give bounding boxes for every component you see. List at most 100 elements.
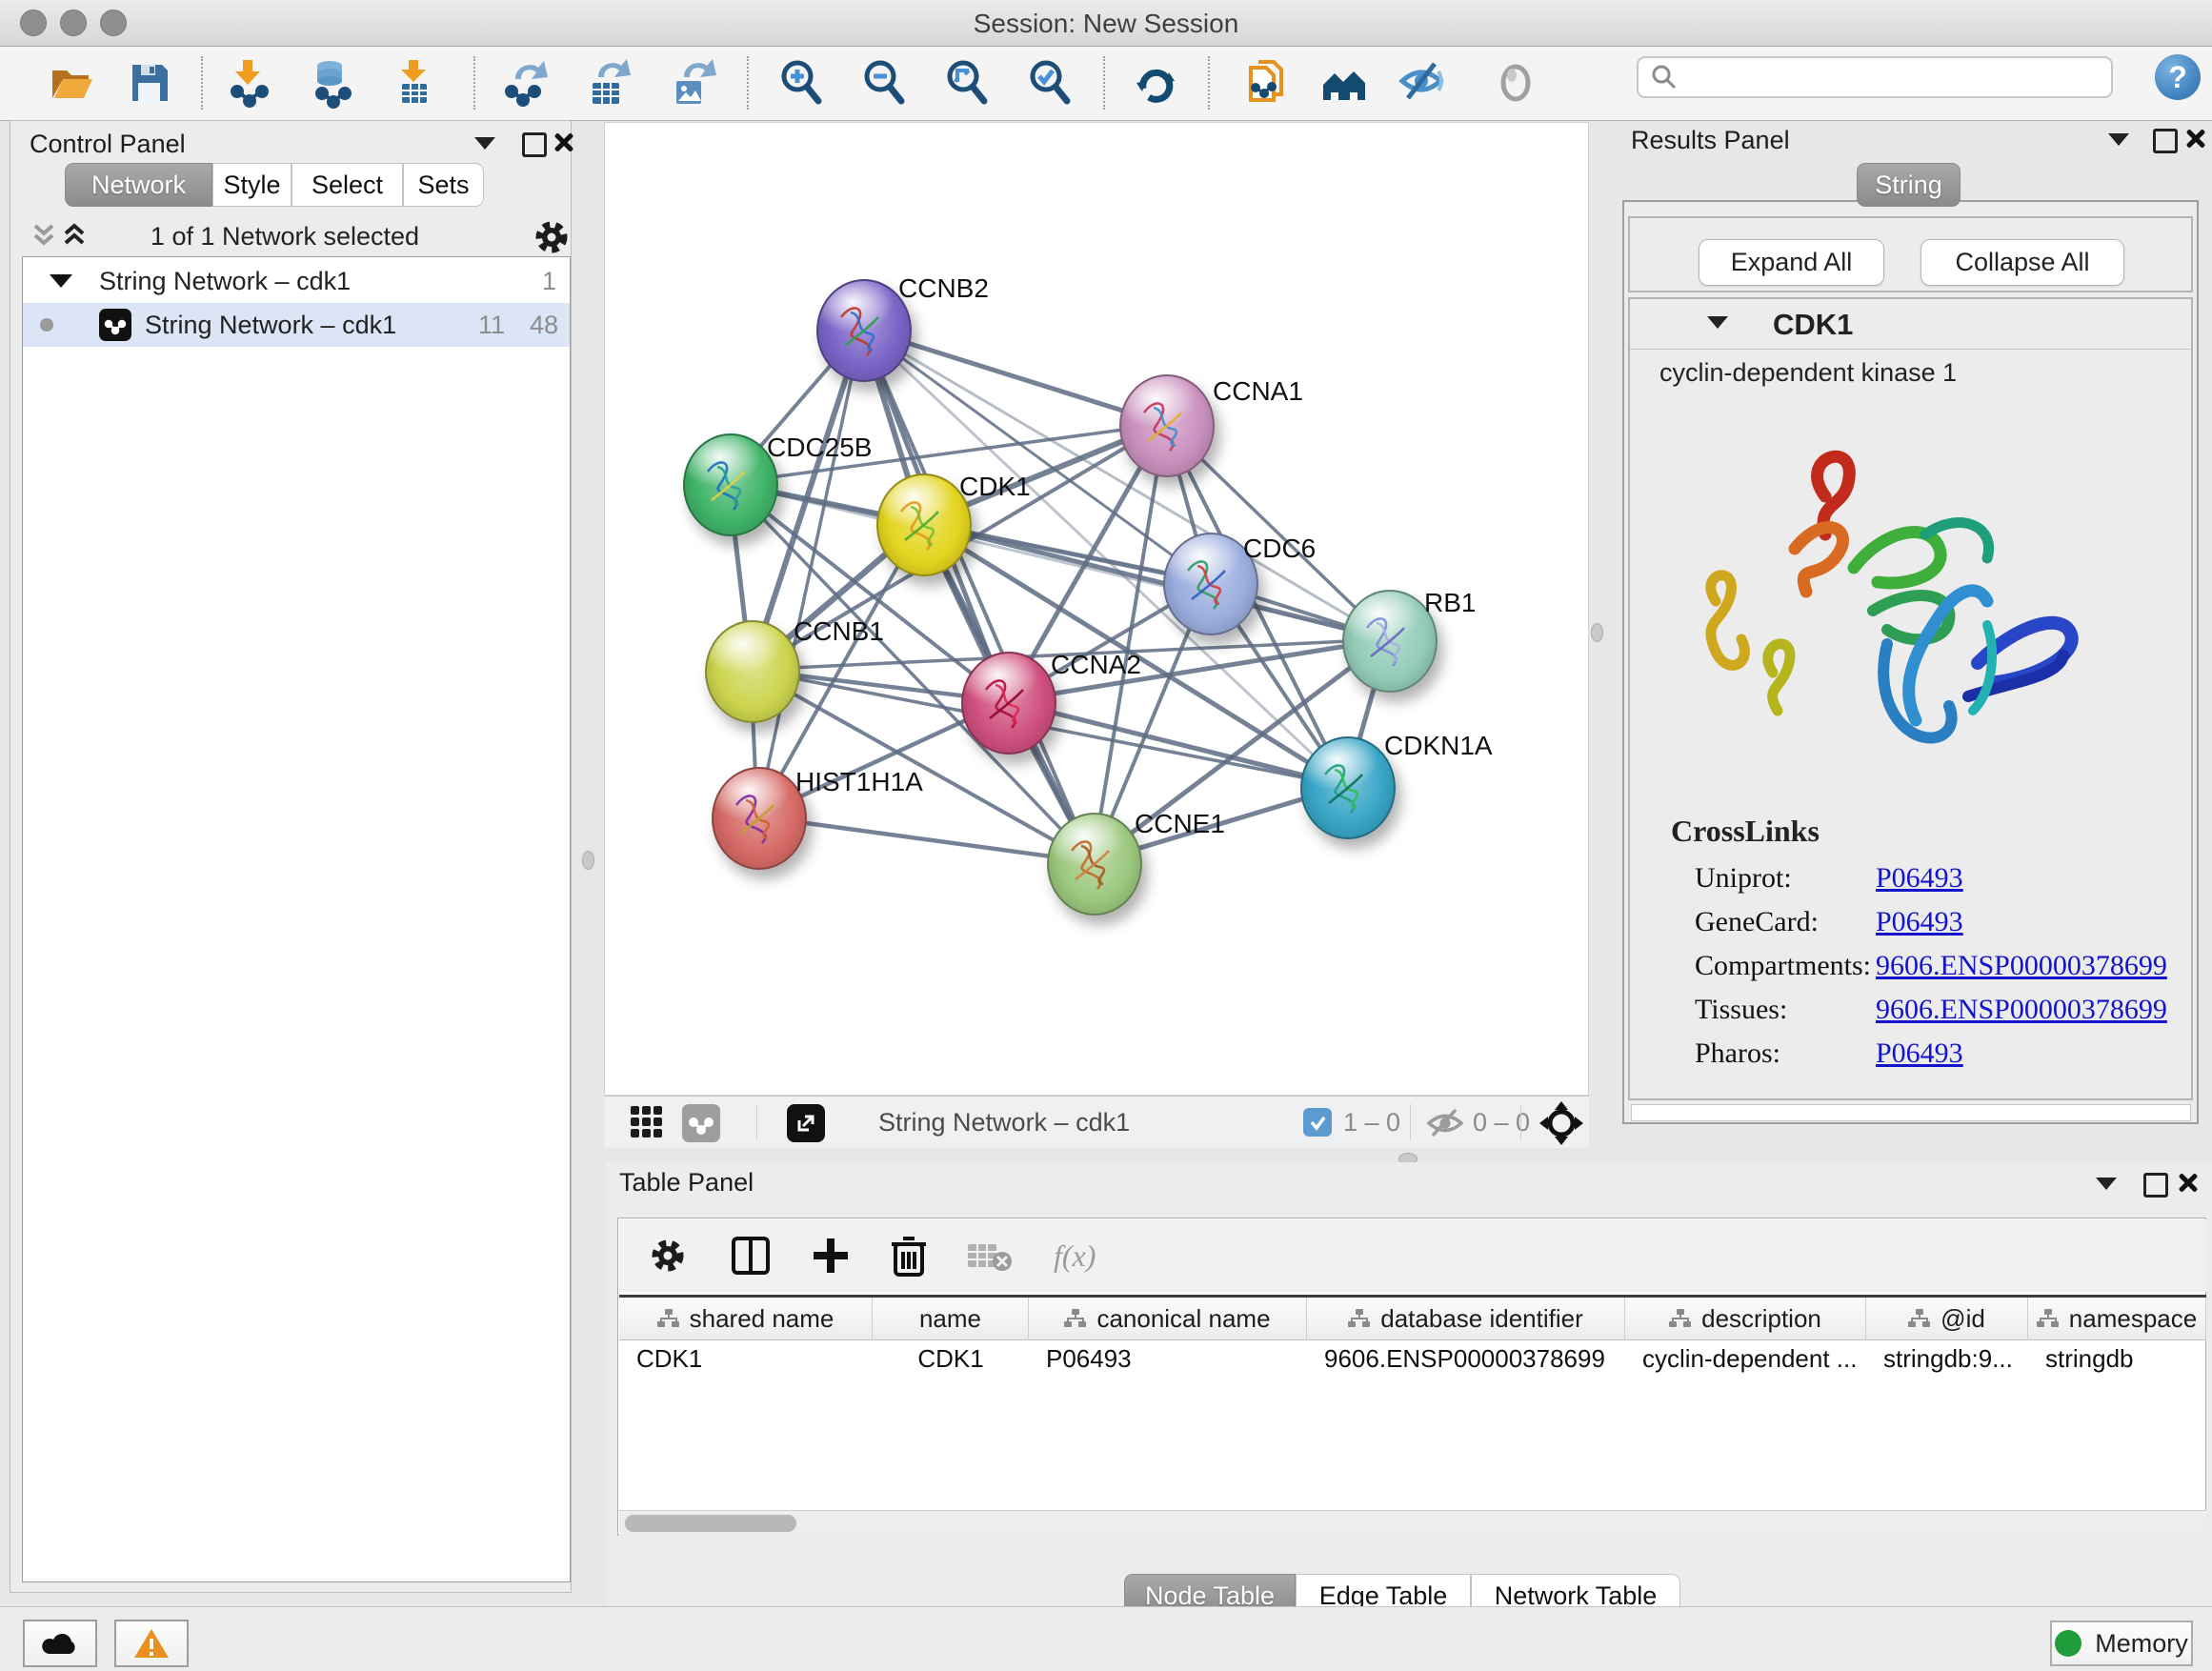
cell-shared-name[interactable]: CDK1	[619, 1340, 873, 1377]
network-edge-CCNA2-CDKN1A[interactable]	[1007, 701, 1346, 786]
network-row-selected[interactable]: String Network – cdk1 11 48	[23, 303, 570, 347]
results-panel-close-icon[interactable]	[2185, 128, 2206, 149]
network-node-CCNA2[interactable]	[961, 652, 1056, 755]
column-header-shared-name[interactable]: shared name	[619, 1298, 873, 1339]
toolbar-divider	[1103, 56, 1105, 110]
detach-view-icon[interactable]	[787, 1104, 825, 1142]
open-session-button[interactable]	[41, 52, 102, 113]
network-edge-HIST1H1A-CCNE1[interactable]	[757, 816, 1093, 862]
fit-content-button[interactable]	[937, 52, 998, 113]
add-column-icon[interactable]	[812, 1237, 850, 1275]
column-header-name[interactable]: name	[873, 1298, 1029, 1339]
delete-column-icon[interactable]	[890, 1235, 928, 1277]
tab-network[interactable]: Network	[65, 163, 212, 207]
network-canvas[interactable]: CCNB2CCNA1CDC25BCDK1CDC6RB1CCNB1CCNA2CDK…	[604, 122, 1589, 1096]
zoom-selected-button[interactable]	[1020, 52, 1081, 113]
column-header-namespace[interactable]: namespace	[2028, 1298, 2206, 1339]
gene-collapse-icon[interactable]	[1707, 316, 1728, 329]
network-options-gear-icon[interactable]	[531, 216, 573, 258]
column-header-description[interactable]: description	[1625, 1298, 1866, 1339]
show-columns-icon[interactable]	[730, 1235, 772, 1277]
network-edge-CDK1-RB1[interactable]	[922, 523, 1388, 639]
crosslink-link[interactable]: 9606.ENSP00000378699	[1876, 944, 2167, 988]
home-button[interactable]	[1314, 52, 1375, 113]
expand-all-networks-icon[interactable]	[60, 222, 89, 251]
control-panel-close-icon[interactable]	[553, 131, 574, 152]
network-node-CCNE1[interactable]	[1047, 813, 1142, 916]
help-button[interactable]: ?	[2155, 54, 2201, 100]
collapse-all-button[interactable]: Collapse All	[1920, 239, 2124, 286]
cell-canonical-name[interactable]: P06493	[1029, 1340, 1307, 1377]
search-input[interactable]	[1637, 56, 2113, 98]
table-row[interactable]: CDK1CDK1P064939606.ENSP00000378699cyclin…	[619, 1340, 2206, 1377]
birds-eye-crosshair-icon[interactable]	[1539, 1101, 1583, 1145]
results-scrollbar[interactable]	[1631, 1104, 2191, 1121]
crosslink-link[interactable]: P06493	[1876, 900, 1963, 944]
column-label: canonical name	[1096, 1304, 1270, 1334]
table-panel-close-icon[interactable]	[2178, 1172, 2199, 1193]
export-network-button[interactable]	[494, 52, 555, 113]
network-node-CDK1[interactable]	[876, 473, 972, 576]
share-document-button[interactable]	[1236, 52, 1297, 113]
refresh-button[interactable]	[1125, 52, 1186, 113]
cell--id[interactable]: stringdb:9...	[1866, 1340, 2028, 1377]
network-collection-row[interactable]: String Network – cdk1 1	[23, 257, 570, 303]
control-panel-menu-icon[interactable]	[474, 137, 495, 150]
view-grid-icon[interactable]	[629, 1104, 667, 1142]
tab-sets[interactable]: Sets	[403, 163, 484, 207]
warning-button[interactable]	[114, 1620, 189, 1667]
gene-section-header[interactable]: CDK1	[1630, 299, 2191, 350]
network-node-CDKN1A[interactable]	[1300, 736, 1396, 839]
cell-description[interactable]: cyclin-dependent ...	[1625, 1340, 1866, 1377]
import-table-button[interactable]	[384, 52, 445, 113]
node-label-CCNA1: CCNA1	[1213, 376, 1303, 407]
collapse-all-networks-icon[interactable]	[30, 222, 58, 251]
save-session-button[interactable]	[119, 52, 180, 113]
network-view-title: String Network – cdk1	[878, 1108, 1130, 1137]
control-panel-float-icon[interactable]	[522, 132, 547, 157]
hide-graphics-details-button[interactable]	[1391, 52, 1452, 113]
cell-name[interactable]: CDK1	[873, 1340, 1029, 1377]
network-node-HIST1H1A[interactable]	[712, 767, 807, 870]
network-edge-CCNB2-HIST1H1A[interactable]	[757, 329, 862, 816]
import-network-button[interactable]	[218, 52, 279, 113]
memory-button[interactable]: Memory	[2050, 1621, 2193, 1666]
selected-checkbox[interactable]	[1303, 1108, 1332, 1137]
network-node-CCNB2[interactable]	[816, 279, 912, 382]
table-horizontal-scrollbar[interactable]	[619, 1510, 2206, 1536]
left-splitter-handle[interactable]	[582, 851, 594, 870]
network-node-RB1[interactable]	[1342, 590, 1438, 693]
network-node-CCNB1[interactable]	[705, 620, 800, 723]
tab-select[interactable]: Select	[292, 163, 403, 207]
tab-string[interactable]: String	[1857, 163, 1961, 207]
cell-database-identifier[interactable]: 9606.ENSP00000378699	[1307, 1340, 1625, 1377]
cell-namespace[interactable]: stringdb	[2028, 1340, 2206, 1377]
expand-all-button[interactable]: Expand All	[1699, 239, 1884, 286]
column-header--id[interactable]: @id	[1866, 1298, 2028, 1339]
zoom-out-button[interactable]	[855, 52, 915, 113]
table-settings-gear-icon[interactable]	[646, 1234, 690, 1278]
results-panel-menu-icon[interactable]	[2108, 133, 2129, 146]
table-panel-float-icon[interactable]	[2143, 1173, 2168, 1198]
crosslink-link[interactable]: 9606.ENSP00000378699	[1876, 988, 2167, 1032]
network-node-CDC25B[interactable]	[683, 433, 778, 536]
crosslink-link[interactable]: P06493	[1876, 856, 1963, 900]
import-network-from-database-button[interactable]	[301, 52, 362, 113]
network-node-CCNA1[interactable]	[1119, 374, 1215, 477]
tab-style[interactable]: Style	[212, 163, 292, 207]
right-splitter-handle[interactable]	[1591, 623, 1603, 642]
cloud-button[interactable]	[23, 1620, 97, 1667]
scrollbar-thumb[interactable]	[625, 1515, 796, 1532]
table-panel-menu-icon[interactable]	[2096, 1178, 2117, 1190]
export-image-button[interactable]	[661, 52, 722, 113]
show-graphics-details-button[interactable]	[1485, 52, 1546, 113]
collection-expand-icon[interactable]	[50, 274, 72, 288]
crosslink-link[interactable]: P06493	[1876, 1032, 1963, 1076]
column-header-canonical-name[interactable]: canonical name	[1029, 1298, 1307, 1339]
export-table-button[interactable]	[577, 52, 638, 113]
column-header-database-identifier[interactable]: database identifier	[1307, 1298, 1625, 1339]
results-panel-float-icon[interactable]	[2153, 129, 2178, 153]
network-share-icon[interactable]	[682, 1104, 720, 1142]
zoom-in-button[interactable]	[772, 52, 833, 113]
table-header-row: shared namename canonical name database id…	[619, 1295, 2206, 1340]
